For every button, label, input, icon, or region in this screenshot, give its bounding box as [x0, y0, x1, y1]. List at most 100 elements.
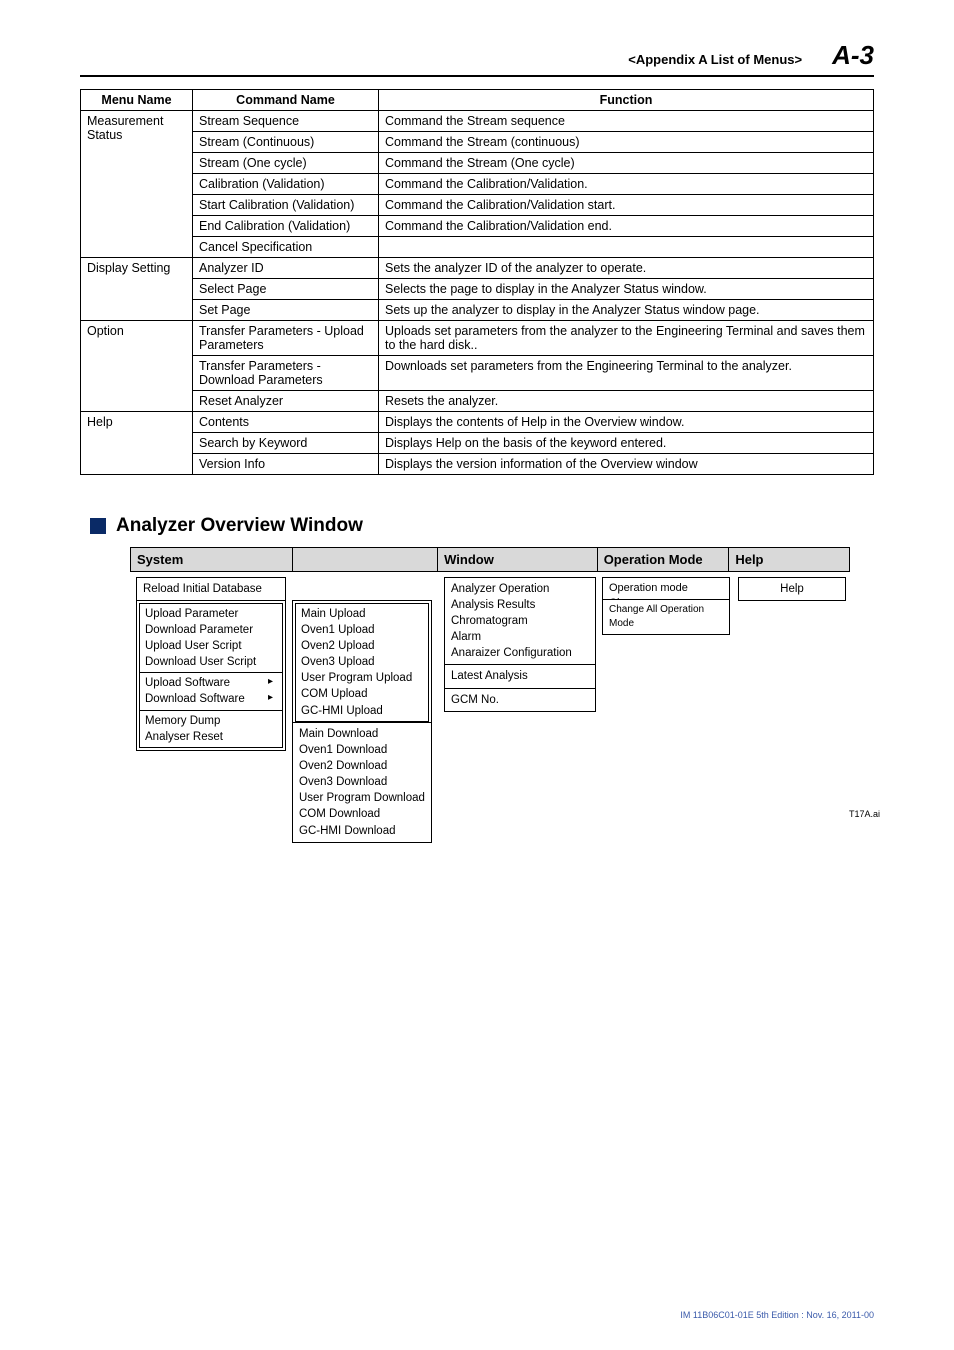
command-cell: Search by Keyword: [193, 433, 379, 454]
menu-item: Oven1 Upload: [301, 622, 423, 638]
table-row: Measurement StatusStream SequenceCommand…: [81, 111, 874, 132]
function-cell: Downloads set parameters from the Engine…: [379, 356, 874, 391]
col-help: Help: [729, 548, 849, 571]
menu-item: Help: [745, 581, 839, 597]
opmode-box-2: Change All Operation Mode: [602, 599, 730, 635]
menu-table: Menu Name Command Name Function Measurem…: [80, 89, 874, 475]
menu-item: Alarm: [451, 629, 589, 645]
table-row: OptionTransfer Parameters - Upload Param…: [81, 321, 874, 356]
function-cell: Selects the page to display in the Analy…: [379, 279, 874, 300]
menu-item: User Program Download: [299, 790, 425, 806]
table-row: Stream (One cycle)Command the Stream (On…: [81, 153, 874, 174]
menu-item: Oven2 Download: [299, 758, 425, 774]
diagram-footnote: T17A.ai: [849, 809, 880, 819]
menu-item: Latest Analysis: [451, 668, 589, 684]
table-row: Search by KeywordDisplays Help on the ba…: [81, 433, 874, 454]
command-cell: Stream Sequence: [193, 111, 379, 132]
function-cell: Displays Help on the basis of the keywor…: [379, 433, 874, 454]
menu-item: COM Upload: [301, 686, 423, 702]
menu-item: Oven3 Upload: [301, 654, 423, 670]
col-system: System: [131, 548, 293, 571]
menu-name-cell: Display Setting: [81, 258, 193, 321]
command-cell: Select Page: [193, 279, 379, 300]
menu-item: Download User Script: [145, 654, 277, 670]
command-cell: Contents: [193, 412, 379, 433]
download-submenu: Main DownloadOven1 DownloadOven2 Downloa…: [292, 722, 432, 843]
menu-item: User Program Upload: [301, 670, 423, 686]
menu-item: Upload User Script: [145, 638, 277, 654]
table-row: Version InfoDisplays the version informa…: [81, 454, 874, 475]
col-window: Window: [438, 548, 598, 571]
window-boxes: Analyzer OperationAnalysis ResultsChroma…: [444, 577, 596, 712]
overview-header-row: System Window Operation Mode Help: [130, 547, 850, 572]
menu-item: Upload Parameter: [145, 606, 277, 622]
table-row: Display SettingAnalyzer IDSets the analy…: [81, 258, 874, 279]
menu-name-cell: Option: [81, 321, 193, 412]
command-cell: Cancel Specification: [193, 237, 379, 258]
th-menu: Menu Name: [81, 90, 193, 111]
menu-item: Analysis Results: [451, 597, 589, 613]
menu-item: Anaraizer Configuration: [451, 645, 589, 661]
header-page-number: A-3: [832, 40, 874, 71]
section-heading: Analyzer Overview Window: [90, 515, 874, 537]
function-cell: Command the Calibration/Validation start…: [379, 195, 874, 216]
header-subtitle: <Appendix A List of Menus>: [628, 52, 802, 67]
function-cell: [379, 237, 874, 258]
command-cell: Set Page: [193, 300, 379, 321]
function-cell: Command the Stream sequence: [379, 111, 874, 132]
command-cell: Calibration (Validation): [193, 174, 379, 195]
menu-item: GC-HMI Upload: [301, 703, 423, 719]
th-command: Command Name: [193, 90, 379, 111]
function-cell: Sets up the analyzer to display in the A…: [379, 300, 874, 321]
function-cell: Command the Calibration/Validation.: [379, 174, 874, 195]
window-box-a: Analyzer OperationAnalysis ResultsChroma…: [444, 577, 596, 665]
menu-item: Oven1 Download: [299, 742, 425, 758]
command-cell: Transfer Parameters - Download Parameter…: [193, 356, 379, 391]
menu-item: Oven2 Upload: [301, 638, 423, 654]
window-box-b: Latest Analysis: [444, 664, 596, 688]
table-row: Start Calibration (Validation)Command th…: [81, 195, 874, 216]
menu-item: Memory Dump: [145, 713, 277, 729]
menu-item: Oven3 Download: [299, 774, 425, 790]
window-box-c: GCM No.: [444, 688, 596, 712]
function-cell: Resets the analyzer.: [379, 391, 874, 412]
command-cell: Transfer Parameters - Upload Parameters: [193, 321, 379, 356]
overview-diagram: System Window Operation Mode Help Reload…: [130, 547, 850, 572]
system-box-2: Upload ParameterDownload ParameterUpload…: [136, 600, 286, 751]
menu-item: Change All Operation Mode: [609, 603, 723, 631]
menu-item: Download Parameter: [145, 622, 277, 638]
command-cell: Reset Analyzer: [193, 391, 379, 412]
menu-item: Main Upload: [301, 606, 423, 622]
menu-item: COM Download: [299, 806, 425, 822]
function-cell: Command the Stream (One cycle): [379, 153, 874, 174]
function-cell: Displays the contents of Help in the Ove…: [379, 412, 874, 433]
command-cell: Stream (One cycle): [193, 153, 379, 174]
table-row: Calibration (Validation)Command the Cali…: [81, 174, 874, 195]
table-row: HelpContentsDisplays the contents of Hel…: [81, 412, 874, 433]
table-row: End Calibration (Validation)Command the …: [81, 216, 874, 237]
menu-item: GCM No.: [451, 692, 589, 708]
command-cell: Start Calibration (Validation): [193, 195, 379, 216]
table-row: Select PageSelects the page to display i…: [81, 279, 874, 300]
command-cell: End Calibration (Validation): [193, 216, 379, 237]
page-header: <Appendix A List of Menus> A-3: [80, 40, 874, 77]
col-opmode: Operation Mode: [598, 548, 730, 571]
function-cell: Command the Stream (continuous): [379, 132, 874, 153]
menu-item: Chromatogram: [451, 613, 589, 629]
command-cell: Analyzer ID: [193, 258, 379, 279]
table-row: Cancel Specification: [81, 237, 874, 258]
table-row: Set PageSets up the analyzer to display …: [81, 300, 874, 321]
table-row: Stream (Continuous)Command the Stream (c…: [81, 132, 874, 153]
menu-name-cell: Measurement Status: [81, 111, 193, 258]
menu-item: Analyser Reset: [145, 729, 277, 745]
table-row: Transfer Parameters - Download Parameter…: [81, 356, 874, 391]
function-cell: Sets the analyzer ID of the analyzer to …: [379, 258, 874, 279]
page-footer: IM 11B06C01-01E 5th Edition : Nov. 16, 2…: [680, 1310, 874, 1320]
menu-item: Reload Initial Database: [143, 581, 279, 597]
menu-item: Download Software: [145, 691, 277, 707]
system-box-1: Reload Initial Database: [136, 577, 286, 601]
th-function: Function: [379, 90, 874, 111]
function-cell: Displays the version information of the …: [379, 454, 874, 475]
menu-item: Analyzer Operation: [451, 581, 589, 597]
upload-submenu: Main UploadOven1 UploadOven2 UploadOven3…: [292, 600, 432, 725]
